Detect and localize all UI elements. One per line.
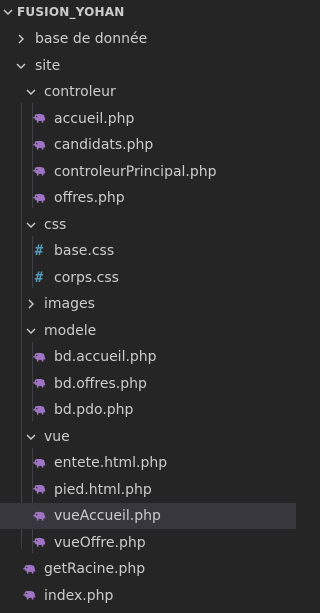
css-hash-icon: #: [34, 243, 44, 259]
css-hash-icon: #: [34, 269, 44, 286]
file-label: bd.accueil.php: [54, 349, 157, 365]
php-elephant-icon: [31, 397, 47, 423]
folder-images[interactable]: images: [0, 291, 296, 317]
folder-label: css: [44, 216, 67, 233]
file-label: entete.html.php: [54, 455, 168, 471]
chevron-right-icon[interactable]: [13, 26, 29, 52]
file-label: accueil.php: [54, 110, 135, 127]
php-elephant-icon: [31, 132, 47, 158]
file-label: pied.html.php: [54, 481, 152, 498]
file-label: index.php: [44, 587, 114, 604]
folder-label: modele: [44, 322, 97, 339]
php-elephant-icon: [21, 583, 37, 609]
folder-site[interactable]: site: [0, 53, 296, 79]
file-label: controleurPrincipal.php: [54, 163, 217, 180]
folder-css[interactable]: css: [0, 212, 296, 238]
chevron-down-icon[interactable]: [0, 0, 16, 24]
php-elephant-icon: [31, 106, 47, 132]
file-vueaccueil-php[interactable]: vueAccueil.php: [0, 503, 296, 529]
php-elephant-icon: [21, 556, 37, 582]
php-elephant-icon: [31, 159, 47, 185]
file-controleurprincipal-php[interactable]: controleurPrincipal.php: [0, 159, 296, 185]
folder-label: base de donnée: [35, 31, 148, 47]
file-label: bd.offres.php: [54, 375, 147, 392]
folder-controleur[interactable]: controleur: [0, 79, 296, 105]
file-vueoffre-php[interactable]: vueOffre.php: [0, 530, 296, 556]
file-label: base.css: [54, 243, 115, 259]
php-elephant-icon: [31, 344, 47, 370]
chevron-down-icon[interactable]: [23, 424, 39, 450]
file-explorer: FUSION_YOHAN base de donnée site controleu…: [0, 0, 296, 613]
file-label: offres.php: [54, 190, 125, 206]
folder-label: site: [35, 57, 61, 74]
folder-label: images: [44, 296, 95, 312]
folder-vue[interactable]: vue: [0, 424, 296, 450]
file-pied-html-php[interactable]: pied.html.php: [0, 477, 296, 503]
file-offres-php[interactable]: offres.php: [0, 185, 296, 211]
php-elephant-icon: [31, 371, 47, 397]
file-label: getRacine.php: [44, 561, 146, 577]
file-base-css[interactable]: # base.css: [0, 238, 296, 264]
file-bd-pdo-php[interactable]: bd.pdo.php: [0, 397, 296, 423]
chevron-down-icon[interactable]: [13, 53, 29, 79]
folder-label: vue: [44, 428, 70, 445]
workspace-title: FUSION_YOHAN: [17, 5, 125, 19]
explorer-root-header[interactable]: FUSION_YOHAN: [0, 0, 296, 24]
file-index-php[interactable]: index.php: [0, 583, 296, 609]
file-label: vueOffre.php: [54, 534, 146, 551]
file-entete-html-php[interactable]: entete.html.php: [0, 450, 296, 476]
file-bd-offres-php[interactable]: bd.offres.php: [0, 371, 296, 397]
file-candidats-php[interactable]: candidats.php: [0, 132, 296, 158]
php-elephant-icon: [31, 477, 47, 503]
folder-label: controleur: [44, 84, 116, 100]
php-elephant-icon: [31, 530, 47, 556]
file-label: vueAccueil.php: [54, 508, 161, 524]
file-getracine-php[interactable]: getRacine.php: [0, 556, 296, 582]
chevron-down-icon[interactable]: [23, 79, 39, 105]
file-corps-css[interactable]: # corps.css: [0, 265, 296, 291]
folder-base-de-donn-e[interactable]: base de donnée: [0, 26, 296, 52]
file-label: bd.pdo.php: [54, 402, 134, 418]
chevron-right-icon[interactable]: [23, 291, 39, 317]
php-elephant-icon: [31, 450, 47, 476]
file-label: candidats.php: [54, 137, 154, 153]
file-accueil-php[interactable]: accueil.php: [0, 106, 296, 132]
chevron-down-icon[interactable]: [23, 318, 39, 344]
php-elephant-icon: [31, 503, 47, 529]
folder-modele[interactable]: modele: [0, 318, 296, 344]
file-bd-accueil-php[interactable]: bd.accueil.php: [0, 344, 296, 370]
file-label: corps.css: [54, 269, 119, 286]
chevron-down-icon[interactable]: [23, 212, 39, 238]
php-elephant-icon: [31, 185, 47, 211]
